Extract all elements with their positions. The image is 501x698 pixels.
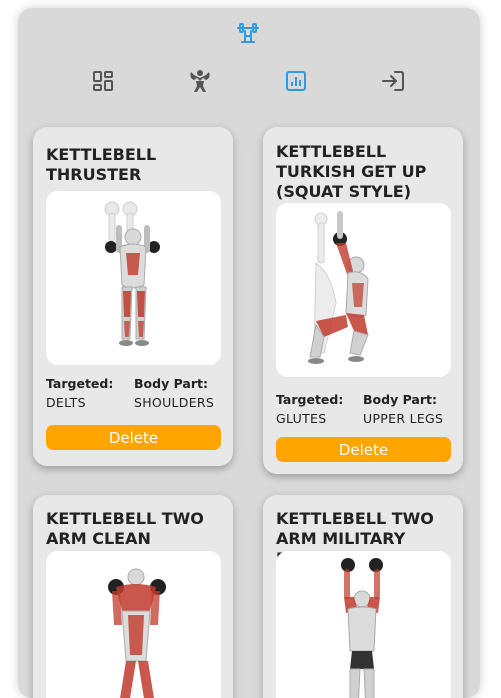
exercise-card: KETTLEBELL TWO ARM CLEAN: [33, 495, 233, 698]
delete-button[interactable]: Delete: [46, 425, 221, 450]
body-part-label: Body Part:: [134, 376, 208, 391]
exercise-card: KETTLEBELL TWO ARM MILITARY PRESS: [263, 495, 463, 698]
login-icon[interactable]: [378, 66, 408, 96]
body-part-value: UPPER LEGS: [363, 411, 444, 426]
exercise-title: KETTLEBELL TWO ARM CLEAN: [46, 509, 204, 548]
exercise-image: [276, 203, 451, 377]
targeted-value: GLUTES: [276, 411, 327, 426]
exercise-title: KETTLEBELL THRUSTER: [46, 145, 157, 184]
exercise-card: KETTLEBELL THRUSTER Targeted: Body Part:…: [33, 127, 233, 466]
exercise-image: [46, 191, 221, 365]
app-panel: KETTLEBELL THRUSTER Targeted: Body Part:…: [18, 8, 480, 698]
barbell-icon[interactable]: [236, 22, 260, 46]
top-nav: [18, 66, 480, 96]
exercise-image: [46, 551, 221, 698]
delete-button[interactable]: Delete: [276, 437, 451, 462]
exercise-image: [276, 551, 451, 698]
exercise-card: KETTLEBELL TURKISH GET UP (SQUAT STYLE): [263, 127, 463, 474]
stats-icon[interactable]: [281, 66, 311, 96]
dashboard-icon[interactable]: [88, 66, 118, 96]
exercise-title: KETTLEBELL TURKISH GET UP (SQUAT STYLE): [276, 142, 427, 201]
body-part-label: Body Part:: [363, 392, 437, 407]
targeted-value: DELTS: [46, 395, 86, 410]
body-part-value: SHOULDERS: [134, 395, 215, 410]
targeted-label: Targeted:: [46, 376, 114, 391]
muscle-icon[interactable]: [185, 66, 215, 96]
targeted-label: Targeted:: [276, 392, 344, 407]
